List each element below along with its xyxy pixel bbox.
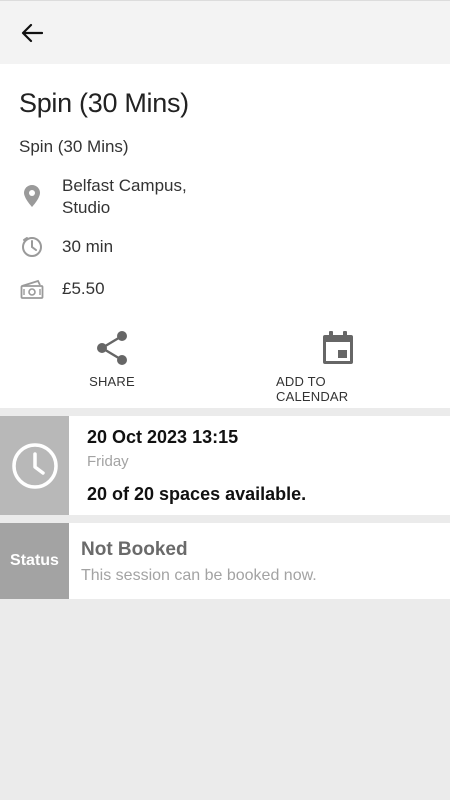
share-button[interactable]: SHARE (80, 330, 144, 389)
class-title: Spin (30 Mins) (19, 88, 189, 118)
session-card[interactable]: 20 Oct 2023 13:15 Friday 20 of 20 spaces… (0, 416, 450, 515)
money-icon (20, 278, 44, 302)
add-to-calendar-label: ADD TO CALENDAR (276, 374, 349, 404)
share-label: SHARE (89, 374, 135, 389)
location-line-2: Studio (62, 198, 111, 217)
status-description: This session can be booked now. (81, 567, 317, 584)
location-pin-icon (20, 184, 44, 208)
session-day: Friday (87, 453, 129, 470)
price-text: £5.50 (62, 279, 105, 298)
timer-icon (20, 235, 44, 259)
add-to-calendar-button[interactable]: ADD TO CALENDAR (276, 330, 400, 404)
session-datetime: 20 Oct 2023 13:15 (87, 427, 239, 447)
booking-status-card: Status Not Booked This session can be bo… (0, 523, 450, 599)
back-button[interactable] (14, 17, 50, 49)
location-text: Belfast Campus, Studio (62, 175, 187, 219)
top-app-bar (0, 0, 450, 64)
class-details-card: Spin (30 Mins) Spin (30 Mins) Belfast Ca… (0, 64, 450, 408)
arrow-left-icon (21, 23, 43, 43)
class-subtitle: Spin (30 Mins) (19, 137, 129, 156)
location-line-1: Belfast Campus, (62, 176, 187, 195)
status-label: Status (0, 523, 69, 599)
share-icon (97, 331, 127, 365)
session-clock-panel (0, 416, 69, 515)
clock-icon (11, 442, 58, 489)
duration-text: 30 min (62, 237, 114, 256)
status-title: Not Booked (81, 539, 188, 560)
session-spaces: 20 of 20 spaces available. (87, 484, 307, 504)
calendar-icon (323, 331, 353, 364)
